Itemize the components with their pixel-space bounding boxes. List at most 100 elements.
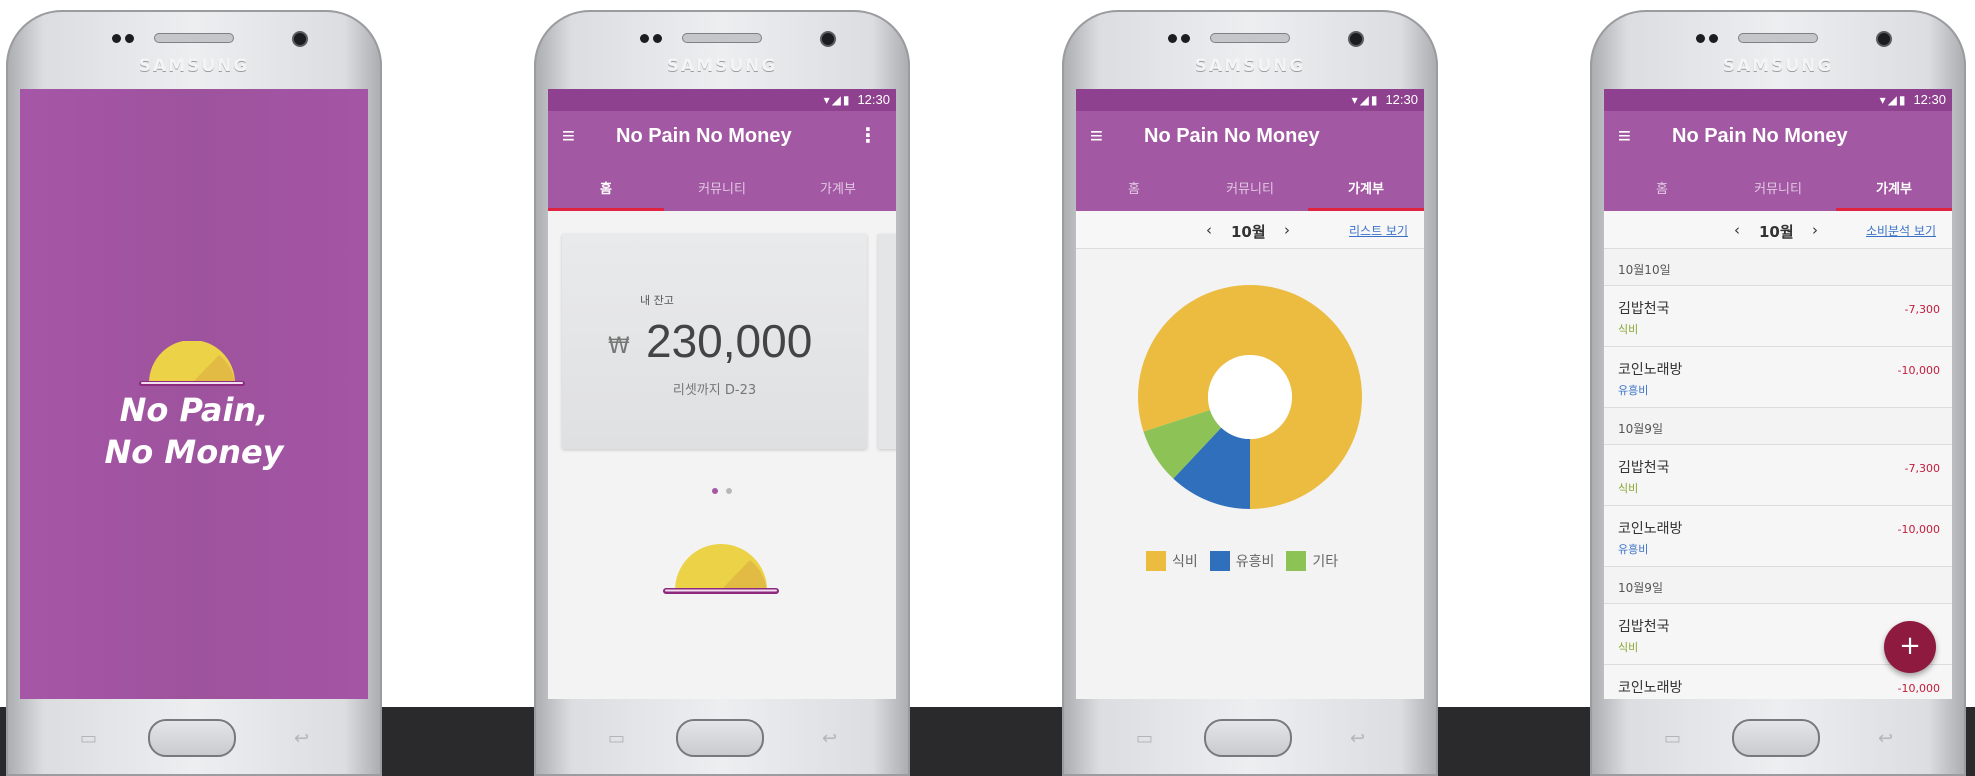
splash-title-line1: No Pain,	[119, 391, 269, 429]
recent-apps-key[interactable]: ▭	[1664, 728, 1681, 749]
sensor-dot	[1181, 34, 1190, 43]
front-camera	[1348, 31, 1364, 47]
legend-label: 기타	[1312, 554, 1339, 570]
pager-dot-active[interactable]	[712, 488, 718, 494]
transaction-category: 유흥비	[1618, 543, 1649, 556]
transaction-row[interactable]: 코인노래방유흥비 -10,000	[1604, 347, 1952, 408]
currency-symbol: ₩	[608, 334, 630, 359]
home-key[interactable]	[148, 719, 236, 757]
prev-month-button[interactable]: ‹	[1734, 221, 1740, 239]
earpiece-speaker	[682, 33, 762, 43]
phone-splash: SAMSUNG No Pain, No Money ▭ ↩	[6, 10, 382, 776]
menu-icon[interactable]: ≡	[562, 123, 575, 149]
transaction-row[interactable]: 김밥천국식비 -7,300	[1604, 286, 1952, 347]
tab-ledger[interactable]: 가계부	[780, 161, 896, 211]
transaction-amount: -7,300	[1904, 462, 1940, 475]
splash-title: No Pain, No Money	[20, 389, 368, 473]
sensor-dot	[1709, 34, 1718, 43]
app-title: No Pain No Money	[1144, 125, 1320, 147]
transaction-category: 유흥비	[1618, 384, 1649, 397]
transaction-name: 김밥천국	[1618, 301, 1670, 317]
tab-home[interactable]: 홈	[548, 161, 664, 211]
list-view-link[interactable]: 리스트 보기	[1349, 222, 1408, 239]
reset-dday: 리셋까지 D-23	[672, 383, 757, 398]
splash-title-line2: No Money	[104, 433, 284, 471]
splash-screen: No Pain, No Money	[20, 89, 368, 699]
sensor-dot	[112, 34, 121, 43]
donut-hole	[1208, 355, 1292, 439]
app-bar: ≡ No Pain No Money ⋮	[548, 111, 896, 161]
status-time: 12:30	[857, 92, 890, 107]
transaction-name: 김밥천국	[1618, 460, 1670, 476]
sensor-dot	[653, 34, 662, 43]
tab-bar: 홈 커뮤니티 가계부	[548, 161, 896, 211]
chart-legend: 식비 유흥비 기타	[1146, 551, 1338, 571]
tab-ledger[interactable]: 가계부	[1308, 161, 1424, 211]
phone-list: SAMSUNG ▾◢▮ 12:30 ≡ No Pain No Money 홈 커뮤…	[1590, 10, 1966, 776]
transaction-row[interactable]: 코인노래방 유흥비 -10,000	[1604, 506, 1952, 567]
tab-community[interactable]: 커뮤니티	[1192, 161, 1308, 211]
balance-label: 내 잔고	[640, 294, 674, 307]
front-camera	[820, 31, 836, 47]
legend-swatch	[1146, 551, 1166, 571]
tab-community[interactable]: 커뮤니티	[1720, 161, 1836, 211]
status-time: 12:30	[1385, 92, 1418, 107]
app-bar: ≡ No Pain No Money	[1604, 111, 1952, 161]
tab-home[interactable]: 홈	[1604, 161, 1720, 211]
app-title: No Pain No Money	[616, 125, 792, 147]
next-month-button[interactable]: ›	[1812, 221, 1818, 239]
mockup-stage: SAMSUNG No Pain, No Money ▭ ↩ SAMSUNG ▾◢…	[0, 0, 1975, 776]
tab-home[interactable]: 홈	[1076, 161, 1192, 211]
back-key[interactable]: ↩	[1350, 728, 1365, 749]
transaction-amount: -7,300	[1904, 303, 1940, 316]
status-bar: ▾◢▮ 12:30	[1076, 89, 1424, 111]
transaction-name: 코인노래방	[1618, 680, 1683, 696]
transaction-row[interactable]: 김밥천국식비 -7,300	[1604, 445, 1952, 506]
next-card-peek[interactable]	[878, 234, 896, 449]
tab-community[interactable]: 커뮤니티	[664, 161, 780, 211]
legend-swatch	[1209, 551, 1230, 571]
balance-card[interactable]: 내 잔고 ₩ 230,000 리셋까지 D-23	[562, 234, 867, 449]
recent-apps-key[interactable]: ▭	[608, 728, 625, 749]
prev-month-button[interactable]: ‹	[1206, 221, 1212, 239]
next-month-button[interactable]: ›	[1284, 221, 1290, 239]
front-camera	[292, 31, 308, 47]
home-screen: ▾◢▮ 12:30 ≡ No Pain No Money ⋮ 홈 커뮤니티 가계부…	[548, 89, 896, 699]
transaction-amount: -10,000	[1897, 523, 1940, 536]
pager-dot[interactable]	[726, 488, 732, 494]
home-key[interactable]	[676, 719, 764, 757]
analysis-view-link[interactable]: 소비분석 보기	[1866, 222, 1936, 239]
menu-icon[interactable]: ≡	[1618, 123, 1631, 149]
recent-apps-key[interactable]: ▭	[80, 728, 97, 749]
home-key[interactable]	[1732, 719, 1820, 757]
sensor-dot	[1168, 34, 1177, 43]
ledger-chart-screen: ▾◢▮ 12:30 ≡ No Pain No Money 홈 커뮤니티 가계부 ‹…	[1076, 89, 1424, 699]
app-bar: ≡ No Pain No Money	[1076, 111, 1424, 161]
transaction-name: 코인노래방	[1618, 362, 1683, 378]
tab-bar: 홈 커뮤니티 가계부	[1604, 161, 1952, 211]
app-title: No Pain No Money	[1672, 125, 1848, 147]
home-key[interactable]	[1204, 719, 1292, 757]
signal-battery-icon: ▾◢▮	[823, 93, 852, 107]
legend-item: 기타	[1286, 551, 1338, 571]
more-options-icon[interactable]: ⋮	[858, 123, 878, 148]
status-bar: ▾◢▮ 12:30	[1604, 89, 1952, 111]
transaction-amount: -10,000	[1897, 364, 1940, 377]
sunrise-logo-icon	[139, 341, 245, 386]
back-key[interactable]: ↩	[294, 728, 309, 749]
legend-label: 식비	[1172, 554, 1198, 570]
current-month: 10월	[1231, 223, 1266, 241]
transaction-category: 식비	[1618, 323, 1639, 336]
add-transaction-button[interactable]: +	[1884, 621, 1936, 673]
spending-donut-chart	[1138, 285, 1362, 509]
legend-label: 유흥비	[1235, 554, 1275, 570]
tab-ledger[interactable]: 가계부	[1836, 161, 1952, 211]
menu-icon[interactable]: ≡	[1090, 123, 1103, 149]
month-navigator: ‹ 10월 › 리스트 보기	[1076, 211, 1424, 249]
back-key[interactable]: ↩	[1878, 728, 1893, 749]
recent-apps-key[interactable]: ▭	[1136, 728, 1153, 749]
back-key[interactable]: ↩	[822, 728, 837, 749]
transaction-category: 식비	[1618, 482, 1639, 495]
tab-bar: 홈 커뮤니티 가계부	[1076, 161, 1424, 211]
transaction-name: 김밥천국	[1618, 619, 1670, 635]
